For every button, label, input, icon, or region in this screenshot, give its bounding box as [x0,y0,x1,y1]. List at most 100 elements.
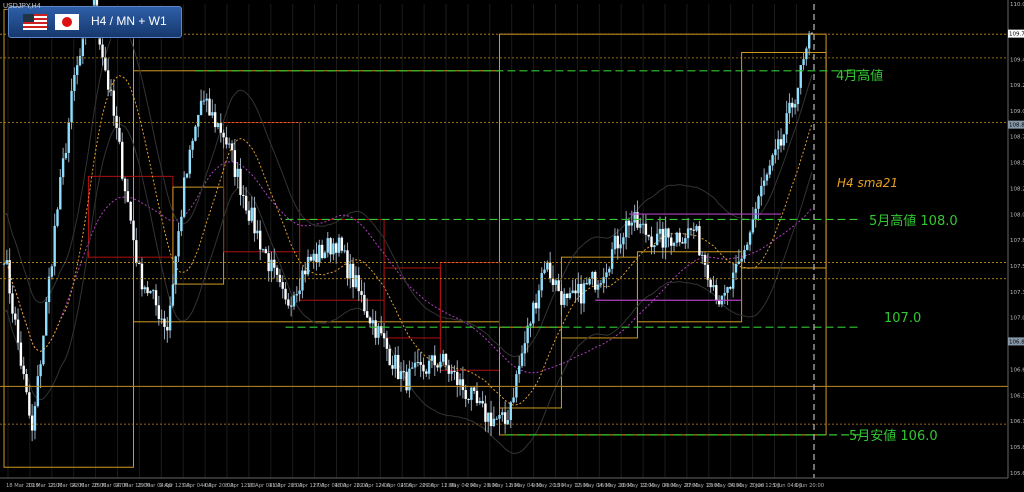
candle-body [523,343,527,354]
candle [698,220,701,256]
candle-body [351,263,355,288]
candle-body [481,400,484,404]
candle-body [335,243,338,253]
candle-body [219,123,222,133]
candle-body [228,143,231,145]
candle-body [723,292,726,296]
candle-body [413,362,417,368]
candle-body [329,238,332,255]
candle-body [326,238,329,253]
candle-body [42,335,45,365]
candle-body [295,294,298,296]
candle-body [585,283,588,285]
candle-body [461,379,465,391]
candle-body [174,256,177,285]
candle-body [360,291,363,295]
candle-body [574,290,577,294]
candle-body [371,320,375,324]
candle-body [123,178,127,192]
candle-body [788,102,791,114]
candle-body [222,132,225,138]
candle-body [115,115,118,128]
candle-body [554,280,558,285]
candle-body [50,266,54,277]
candle-body [515,374,518,398]
candle-body [70,90,73,123]
candle-body [81,37,85,57]
candle-body [495,418,498,420]
candle-body [582,283,586,304]
candle-body [774,149,777,156]
candle-body [180,216,183,232]
candle-body [304,270,307,275]
candle-body [568,293,572,298]
candle-body [630,222,634,226]
candle-body [149,290,152,294]
candle-body [427,360,431,374]
candle-body [104,57,107,71]
price-tick-label: 109.008 [1010,109,1024,115]
candle-body [605,272,608,278]
candle-body [146,287,149,294]
candle-body [441,353,445,362]
candle-body [760,185,763,197]
candle-body [453,370,456,372]
candle-body [717,300,721,305]
may-low-label: 5月安値 106.0 [849,429,938,444]
candle-body [78,56,82,66]
candle-body [627,220,631,226]
candle-body [577,283,580,294]
candle-body [19,342,23,366]
candle-body [430,355,434,361]
level-107-label: 107.0 [884,311,922,326]
candle-body [346,250,349,279]
candle-body [740,258,743,262]
price-tick-label: 108.768 [1010,135,1024,141]
candle-body [534,302,538,309]
candle-body [53,225,56,267]
candle-body [478,400,481,404]
candle-body [30,415,34,431]
candle-body [779,139,783,146]
candle-body [382,333,386,339]
candle-body [698,226,701,256]
candle-body [112,90,115,116]
candle-body [641,223,645,225]
candle-body [624,220,628,238]
candle-body [140,263,144,290]
timeframe-badge: H4 / MN + W1 [8,6,182,38]
candle-body [425,371,428,374]
candle-body [492,418,496,427]
candle-body [135,240,138,264]
may-high-label: 5月高値 108.0 [869,214,958,229]
price-tick-label: 105.888 [1010,445,1024,451]
candle-body [748,232,752,245]
candle-body [244,195,248,211]
candle-body [509,402,512,421]
candle-body [647,234,650,237]
candle-body [484,403,487,422]
candle-body [298,290,301,295]
price-tick-label: 107.088 [1010,316,1024,322]
candle-body [247,210,251,221]
candle-body [782,134,786,146]
candle-body [768,165,771,175]
candle-body [275,267,279,275]
candle-body [233,150,237,177]
candle-body [287,299,290,306]
candle-body [284,288,287,300]
candle-body [8,260,11,294]
candle-body [309,256,313,261]
candle-body [270,259,273,272]
candle-body [467,398,470,400]
japan-flag-icon [55,14,79,30]
candle-body [118,127,121,142]
candle-body [199,100,203,115]
candle-body [433,355,436,366]
candle-body [25,373,28,393]
candle-body [799,65,802,88]
candle-body [363,294,366,312]
price-tick-label: 110.000 [1010,2,1024,8]
candle-body [667,228,670,238]
candle-body [444,353,448,366]
